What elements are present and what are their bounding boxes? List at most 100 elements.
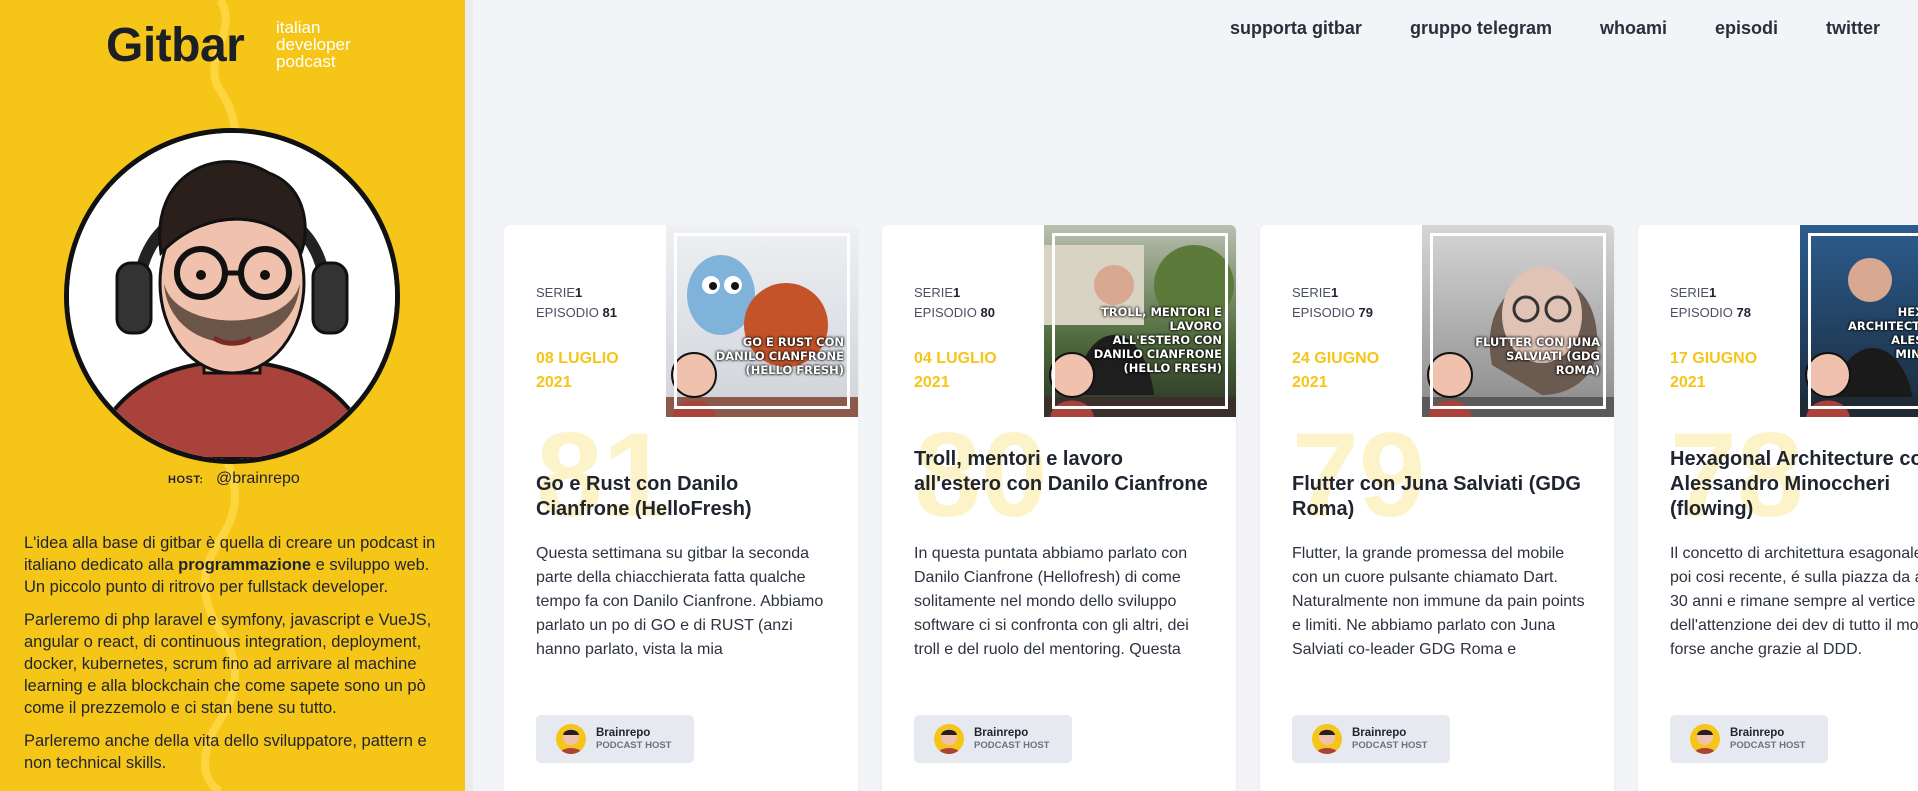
serie-number: 1 bbox=[575, 285, 583, 300]
author-role: PODCAST HOST bbox=[974, 740, 1050, 751]
author-name: Brainrepo bbox=[596, 727, 651, 739]
host-info: HOST: @brainrepo bbox=[168, 470, 300, 488]
episode-card[interactable]: SERIE1 EPISODIO 80 04 LUGLIO 2021 TROLL,… bbox=[882, 225, 1236, 791]
host-label: HOST: bbox=[168, 474, 204, 486]
tagline-line: podcast bbox=[276, 52, 336, 71]
episode-thumbnail[interactable]: TROLL, MENTORI E LAVORO ALL'ESTERO CON D… bbox=[1044, 225, 1236, 417]
thumbnail-caption: HEXAGONAL ARCHITECTURE CON ALESSANDRO MI… bbox=[1848, 305, 1918, 361]
author-avatar bbox=[556, 724, 586, 754]
date-day: 24 GIUGNO bbox=[1292, 350, 1380, 367]
episode-number: 81 bbox=[602, 305, 617, 320]
bio-paragraph-3: Parleremo anche della vita dello svilupp… bbox=[24, 732, 427, 772]
serie-number: 1 bbox=[953, 285, 961, 300]
author-role: PODCAST HOST bbox=[596, 740, 672, 751]
author-avatar bbox=[1690, 724, 1720, 754]
episode-meta: SERIE1 EPISODIO 79 bbox=[1292, 283, 1373, 323]
nav-whoami[interactable]: whoami bbox=[1600, 18, 1667, 39]
episode-description: In questa puntata abbiamo parlato con Da… bbox=[914, 545, 1189, 658]
nav-twitter[interactable]: twitter bbox=[1826, 18, 1880, 39]
author-text: Brainrepo PODCAST HOST bbox=[1352, 726, 1427, 752]
date-year: 2021 bbox=[1292, 374, 1328, 391]
author-avatar-image bbox=[1693, 729, 1717, 754]
episode-date: 24 GIUGNO 2021 bbox=[1292, 347, 1379, 395]
tagline-line: developer bbox=[276, 35, 351, 54]
thumbnail-caption: GO E RUST CON DANILO CIANFRONE (HELLO FR… bbox=[715, 335, 844, 377]
episode-label: EPISODIO bbox=[914, 305, 977, 320]
author-role: PODCAST HOST bbox=[1730, 740, 1806, 751]
serie-number: 1 bbox=[1709, 285, 1717, 300]
episode-card[interactable]: SERIE1 EPISODIO 79 24 GIUGNO 2021 FLUTTE… bbox=[1260, 225, 1614, 791]
tagline-line: italian bbox=[276, 18, 321, 37]
episode-date: 04 LUGLIO 2021 bbox=[914, 347, 997, 395]
nav-supporta-gitbar[interactable]: supporta gitbar bbox=[1230, 18, 1362, 39]
episode-description: Il concetto di architettura esagonale no… bbox=[1670, 545, 1918, 658]
episode-title[interactable]: Flutter con Juna Salviati (GDG Roma) bbox=[1292, 472, 1592, 522]
host-avatar bbox=[64, 128, 400, 464]
thumbnail-frame bbox=[1430, 233, 1606, 409]
nav-episodi[interactable]: episodi bbox=[1715, 18, 1778, 39]
episode-author[interactable]: Brainrepo PODCAST HOST bbox=[1292, 715, 1450, 763]
episode-label: EPISODIO bbox=[536, 305, 599, 320]
author-avatar bbox=[1312, 724, 1342, 754]
sidebar-scrollbar[interactable] bbox=[465, 0, 473, 791]
bio-paragraph-1: L'idea alla base di gitbar è quella di c… bbox=[24, 532, 438, 598]
date-year: 2021 bbox=[536, 374, 572, 391]
episode-thumbnail[interactable]: GO E RUST CON DANILO CIANFRONE (HELLO FR… bbox=[666, 225, 858, 417]
author-avatar bbox=[934, 724, 964, 754]
episode-label: EPISODIO bbox=[1292, 305, 1355, 320]
author-name: Brainrepo bbox=[1352, 727, 1407, 739]
author-avatar-image bbox=[937, 729, 961, 754]
episode-description: Questa settimana su gitbar la seconda pa… bbox=[536, 545, 824, 658]
date-day: 04 LUGLIO bbox=[914, 350, 997, 367]
episode-number: 79 bbox=[1358, 305, 1373, 320]
bio-bold: programmazione bbox=[178, 556, 312, 574]
episodes-list: SERIE1 EPISODIO 81 08 LUGLIO 2021 GO E R… bbox=[504, 225, 1918, 791]
host-avatar-illustration bbox=[69, 133, 395, 459]
episode-date: 08 LUGLIO 2021 bbox=[536, 347, 619, 395]
author-text: Brainrepo PODCAST HOST bbox=[596, 726, 671, 752]
episode-label: EPISODIO bbox=[1670, 305, 1733, 320]
episode-number: 78 bbox=[1736, 305, 1751, 320]
episode-title[interactable]: Troll, mentori e lavoro all'estero con D… bbox=[914, 447, 1214, 497]
serie-number: 1 bbox=[1331, 285, 1339, 300]
bio-paragraph-2: Parleremo di php laravel e symfony, java… bbox=[24, 611, 432, 717]
date-year: 2021 bbox=[1670, 374, 1706, 391]
site-tagline: italian developer podcast bbox=[276, 19, 351, 70]
author-avatar-image bbox=[1315, 729, 1339, 754]
episode-meta: SERIE1 EPISODIO 81 bbox=[536, 283, 617, 323]
episode-date: 17 GIUGNO 2021 bbox=[1670, 347, 1757, 395]
author-text: Brainrepo PODCAST HOST bbox=[1730, 726, 1805, 752]
episode-card[interactable]: SERIE1 EPISODIO 78 17 GIUGNO 2021 HEXAGO… bbox=[1638, 225, 1918, 791]
nav-gruppo-telegram[interactable]: gruppo telegram bbox=[1410, 18, 1552, 39]
episode-author[interactable]: Brainrepo PODCAST HOST bbox=[536, 715, 694, 763]
episode-title[interactable]: Hexagonal Architecture con Alessandro Mi… bbox=[1670, 447, 1918, 522]
author-text: Brainrepo PODCAST HOST bbox=[974, 726, 1049, 752]
author-name: Brainrepo bbox=[974, 727, 1029, 739]
episode-author[interactable]: Brainrepo PODCAST HOST bbox=[914, 715, 1072, 763]
episode-thumbnail[interactable]: FLUTTER CON JUNA SALVIATI (GDG ROMA) bbox=[1422, 225, 1614, 417]
bio: L'idea alla base di gitbar è quella di c… bbox=[24, 532, 438, 785]
episode-number: 80 bbox=[980, 305, 995, 320]
episode-author[interactable]: Brainrepo PODCAST HOST bbox=[1670, 715, 1828, 763]
episode-thumbnail[interactable]: HEXAGONAL ARCHITECTURE CON ALESSANDRO MI… bbox=[1800, 225, 1918, 417]
episode-meta: SERIE1 EPISODIO 80 bbox=[914, 283, 995, 323]
host-handle[interactable]: @brainrepo bbox=[216, 470, 300, 487]
date-day: 17 GIUGNO bbox=[1670, 350, 1758, 367]
thumbnail-caption: FLUTTER CON JUNA SALVIATI (GDG ROMA) bbox=[1475, 335, 1600, 377]
serie-label: SERIE bbox=[1670, 285, 1710, 300]
site-logo[interactable]: Gitbar bbox=[106, 18, 245, 73]
serie-label: SERIE bbox=[536, 285, 576, 300]
thumbnail-frame bbox=[674, 233, 850, 409]
author-name: Brainrepo bbox=[1730, 727, 1785, 739]
serie-label: SERIE bbox=[1292, 285, 1332, 300]
top-nav: supporta gitbar gruppo telegram whoami e… bbox=[1230, 18, 1880, 39]
episode-card[interactable]: SERIE1 EPISODIO 81 08 LUGLIO 2021 GO E R… bbox=[504, 225, 858, 791]
sidebar: Gitbar italian developer podcast HOST: @… bbox=[0, 0, 465, 791]
date-day: 08 LUGLIO bbox=[536, 350, 619, 367]
author-role: PODCAST HOST bbox=[1352, 740, 1428, 751]
episode-description: Flutter, la grande promessa del mobile c… bbox=[1292, 545, 1585, 658]
episode-title[interactable]: Go e Rust con Danilo Cianfrone (HelloFre… bbox=[536, 472, 836, 522]
date-year: 2021 bbox=[914, 374, 950, 391]
episode-meta: SERIE1 EPISODIO 78 bbox=[1670, 283, 1751, 323]
thumbnail-caption: TROLL, MENTORI E LAVORO ALL'ESTERO CON D… bbox=[1093, 305, 1222, 375]
